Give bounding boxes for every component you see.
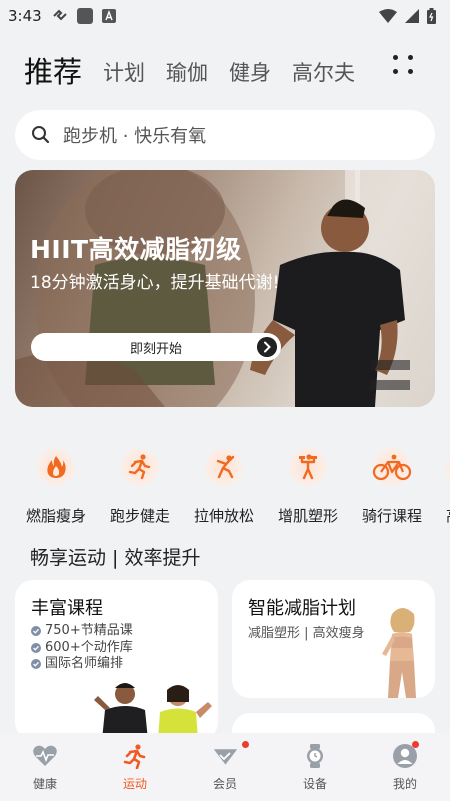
more-icon[interactable] xyxy=(392,52,416,78)
category-label: 拉伸放松 xyxy=(193,507,254,525)
section-title: 畅享运动 | 效率提升 xyxy=(30,547,201,569)
chevron-right-icon xyxy=(257,337,277,357)
category-running[interactable]: 跑步健走 xyxy=(105,445,175,526)
nav-devices[interactable]: 设备 xyxy=(270,733,360,801)
heart-pulse-icon xyxy=(33,745,57,766)
watch-icon xyxy=(307,744,323,768)
nav-membership[interactable]: 会员 xyxy=(180,733,270,801)
category-label: 增肌塑形 xyxy=(277,507,338,525)
category-strength[interactable]: 增肌塑形 xyxy=(273,445,343,526)
tab-fitness[interactable]: 健身 xyxy=(229,63,271,88)
status-notification-icons xyxy=(52,7,116,25)
font-notification-icon xyxy=(101,9,116,23)
check-icon xyxy=(31,642,41,653)
feature-item: 600+个动作库 xyxy=(31,640,133,657)
signal-icon xyxy=(405,9,419,23)
vip-icon xyxy=(213,749,238,765)
courses-feature-list: 750+节精品课 600+个动作库 国际名师编排 xyxy=(31,623,133,673)
start-now-label: 即刻开始 xyxy=(129,341,182,357)
nav-exercise[interactable]: 运动 xyxy=(90,733,180,801)
stretch-icon xyxy=(204,447,244,487)
category-label: 跑步健走 xyxy=(109,507,170,525)
check-icon xyxy=(31,659,41,670)
courses-card-title: 丰富课程 xyxy=(31,598,103,619)
feature-item: 国际名师编排 xyxy=(31,656,133,673)
nav-profile[interactable]: 我的 xyxy=(360,733,450,801)
check-icon xyxy=(31,626,41,637)
app-notification-icon xyxy=(52,9,67,21)
category-more[interactable]: 高 xyxy=(412,445,450,526)
top-tabs: 推荐 计划 瑜伽 健身 高尔夫 xyxy=(24,48,436,88)
category-fat-burning[interactable]: 燃脂瘦身 xyxy=(21,445,91,526)
category-row: 燃脂瘦身 跑步健走 拉伸放松 增肌塑形 骑行课程 高 xyxy=(0,445,450,525)
nav-label: 会员 xyxy=(212,777,237,791)
category-stretch[interactable]: 拉伸放松 xyxy=(189,445,259,526)
tab-golf[interactable]: 高尔夫 xyxy=(292,63,355,88)
plan-model-image xyxy=(382,608,416,698)
plan-card-title: 智能减脂计划 xyxy=(248,598,356,619)
banner-title: HIIT高效减脂初级 xyxy=(30,235,242,264)
coaches-image xyxy=(94,683,212,740)
category-label: 燃脂瘦身 xyxy=(25,507,86,525)
feature-item: 750+节精品课 xyxy=(31,623,133,640)
nav-label: 运动 xyxy=(122,777,147,791)
category-label: 高 xyxy=(446,505,450,526)
status-time: 3:43 xyxy=(8,7,42,25)
fat-loss-plan-card[interactable]: 智能减脂计划 减脂塑形 | 高效瘦身 xyxy=(232,580,435,698)
runner-icon xyxy=(123,744,146,769)
banner-subtitle: 18分钟激活身心，提升基础代谢! xyxy=(30,273,280,293)
square-notification-icon xyxy=(76,8,93,24)
nav-label: 设备 xyxy=(302,777,327,791)
badge-dot xyxy=(412,741,419,748)
bike-icon xyxy=(372,447,412,487)
search-icon xyxy=(32,126,50,144)
more-category-icon xyxy=(444,447,450,487)
runner-icon xyxy=(120,447,160,487)
status-system-icons xyxy=(379,8,436,24)
flame-icon xyxy=(36,447,76,487)
nav-label: 健康 xyxy=(32,777,57,791)
courses-card[interactable]: 丰富课程 750+节精品课 600+个动作库 国际名师编排 xyxy=(15,580,218,740)
wifi-icon xyxy=(379,9,397,23)
tab-plan[interactable]: 计划 xyxy=(103,63,145,88)
tab-recommended[interactable]: 推荐 xyxy=(24,58,82,88)
nav-health[interactable]: 健康 xyxy=(0,733,90,801)
nav-label: 我的 xyxy=(392,777,417,791)
battery-icon xyxy=(427,8,436,24)
tab-yoga[interactable]: 瑜伽 xyxy=(166,63,208,88)
start-now-button[interactable]: 即刻开始 xyxy=(31,333,281,361)
plan-card-subtitle: 减脂塑形 | 高效瘦身 xyxy=(248,626,365,641)
badge-dot xyxy=(242,741,249,748)
bottom-nav: 健康 运动 会员 设备 我的 xyxy=(0,733,450,801)
strength-icon xyxy=(288,447,328,487)
search-placeholder: 跑步机 · 快乐有氧 xyxy=(63,126,207,147)
search-bar[interactable]: 跑步机 · 快乐有氧 xyxy=(15,110,435,160)
status-bar: 3:43 xyxy=(0,0,450,32)
promo-banner[interactable]: HIIT高效减脂初级 18分钟激活身心，提升基础代谢! 即刻开始 xyxy=(15,170,435,407)
